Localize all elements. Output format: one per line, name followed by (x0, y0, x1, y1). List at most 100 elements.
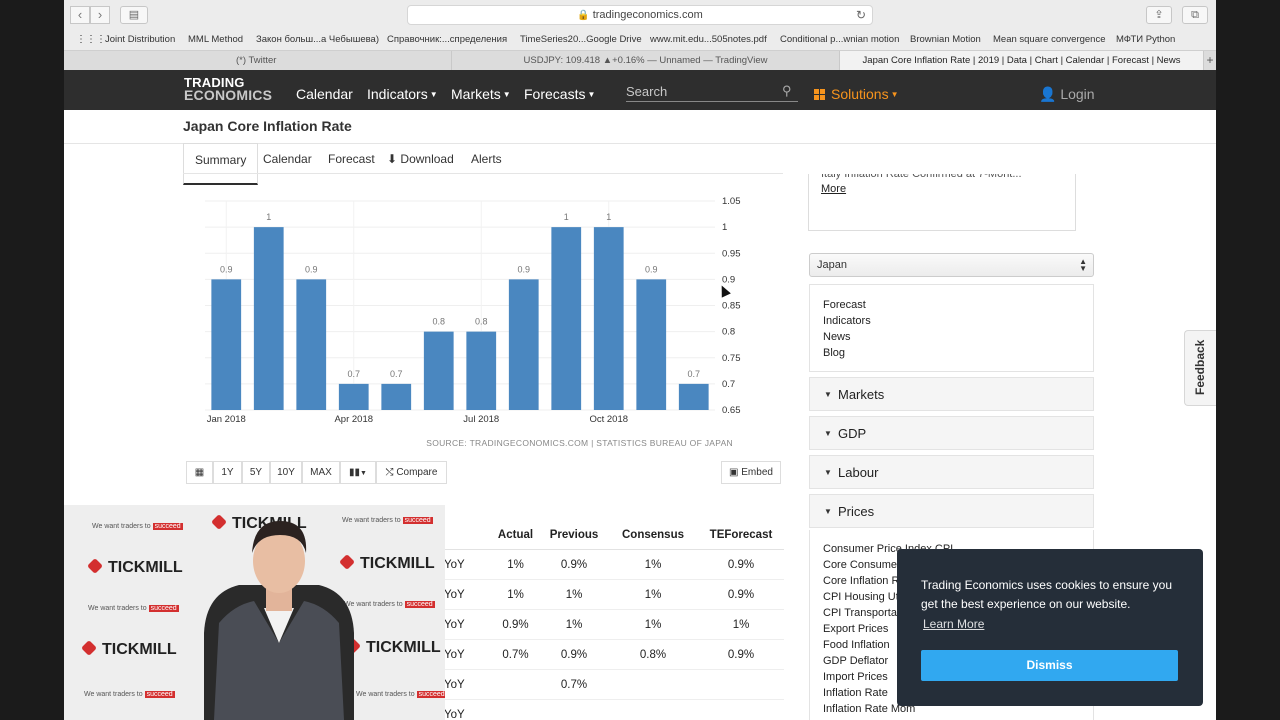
quicklink-forecast[interactable]: Forecast (823, 299, 866, 311)
nav-calendar[interactable]: Calendar (296, 86, 353, 102)
site-logo[interactable]: TRADING ECONOMICS (184, 76, 272, 102)
bookmark-item[interactable]: Справочник:...спределения (387, 34, 507, 45)
nav-forecasts[interactable]: Forecasts ▼ (524, 86, 595, 102)
y-tick-label: 0.95 (722, 248, 741, 259)
prices-item[interactable]: Export Prices (823, 623, 888, 635)
webcam-overlay: We want traders to succeed We want trader… (64, 505, 445, 720)
bookmark-item[interactable]: Brownian Motion (910, 34, 981, 45)
bar (338, 383, 369, 410)
prices-item[interactable]: GDP Deflator (823, 655, 888, 667)
search-input[interactable] (626, 82, 798, 102)
slogan-highlight: succeed (152, 523, 183, 530)
tickmill-logo: TICKMILL (87, 558, 183, 577)
section-markets[interactable]: ▼ Markets (809, 377, 1094, 411)
y-tick-label: 0.85 (722, 301, 741, 312)
range-1y-button[interactable]: 1Y (213, 461, 242, 484)
tab-twitter[interactable]: (*) Twitter (64, 51, 452, 71)
slogan-highlight: succeed (402, 517, 433, 524)
data-label: 1 (564, 212, 569, 222)
section-labour[interactable]: ▼ Labour (809, 455, 1094, 489)
slogan-highlight: succeed (148, 605, 179, 612)
bar (423, 331, 454, 410)
tab-tradingview[interactable]: USDJPY: 109.418 ▲+0.16% — Unnamed — Trad… (452, 51, 840, 71)
cell-previous: 1% (565, 619, 583, 631)
prices-item[interactable]: Food Inflation (823, 639, 890, 651)
grid-icon[interactable]: ⋮⋮⋮ (76, 34, 106, 45)
back-icon[interactable]: ‹ (70, 6, 90, 24)
bookmark-item[interactable]: MML Method (188, 34, 243, 45)
range-5y-button[interactable]: 5Y (242, 461, 270, 484)
dismiss-button[interactable]: Dismiss (921, 650, 1178, 681)
tabs-overview-icon[interactable]: ⧉ (1182, 6, 1208, 24)
data-label: 0.9 (305, 264, 318, 274)
tab-summary[interactable]: Summary (183, 143, 259, 185)
caret-down-icon: ▼ (824, 507, 832, 516)
y-tick-label: 0.7 (722, 379, 735, 390)
bar (636, 279, 667, 410)
news-snippet[interactable]: Italy Inflation Rate Confirmed at 7-Mont… (821, 174, 1022, 180)
tab-alerts[interactable]: Alerts (471, 152, 502, 166)
bookmark-item[interactable]: www.mit.edu...505notes.pdf (650, 34, 767, 45)
learn-more-link[interactable]: Learn More (923, 617, 984, 631)
y-tick-label: 1.05 (722, 196, 741, 207)
country-select[interactable]: Japan ▲ ▼ (809, 253, 1094, 277)
prices-item[interactable]: Import Prices (823, 671, 888, 683)
login-link[interactable]: 👤 Login (1039, 86, 1095, 103)
nav-label: Indicators (367, 86, 428, 102)
bookmark-item[interactable]: Conditional p...wnian motion (780, 34, 899, 45)
page-title: Japan Core Inflation Rate (183, 118, 352, 134)
forward-icon[interactable]: › (90, 6, 110, 24)
section-prices[interactable]: ▼ Prices (809, 494, 1094, 528)
quicklink-blog[interactable]: Blog (823, 347, 845, 359)
compare-button[interactable]: ⤭ Compare (376, 461, 447, 484)
calendar-icon[interactable]: ▦ (186, 461, 213, 484)
cell-previous: 1% (565, 589, 583, 601)
cell-consensus: 1% (644, 589, 662, 601)
bookmark-item[interactable]: Закон больш...а Чебышева) (256, 34, 379, 45)
table-row: YoY 1% 0.9% 1% 0.9% (444, 550, 784, 580)
cell-consensus: 1% (644, 619, 662, 631)
range-10y-button[interactable]: 10Y (270, 461, 302, 484)
chart-type-button[interactable]: ▮▮▼ (340, 461, 376, 484)
quicklink-news[interactable]: News (823, 331, 851, 343)
backdrop-slogan: We want traders to succeed (356, 691, 445, 698)
news-more-link[interactable]: More (821, 183, 846, 195)
divider (183, 173, 783, 174)
tab-forecast[interactable]: Forecast (328, 152, 375, 166)
tickmill-logo: TICKMILL (81, 640, 177, 659)
new-tab-icon[interactable]: + (1204, 51, 1216, 71)
data-label: 0.7 (347, 369, 360, 379)
bookmark-item[interactable]: TimeSeries20...Google Drive (520, 34, 642, 45)
section-label: GDP (838, 426, 867, 441)
bookmark-item[interactable]: Joint Distribution (105, 34, 175, 45)
feedback-tab[interactable]: Feedback (1184, 330, 1216, 406)
range-max-button[interactable]: MAX (302, 461, 340, 484)
bar (466, 331, 497, 410)
share-icon[interactable]: ⇪ (1146, 6, 1172, 24)
slogan-highlight: succeed (416, 691, 445, 698)
search-icon[interactable]: ⚲ (782, 83, 792, 99)
data-label: 0.7 (390, 369, 403, 379)
embed-button[interactable]: ▣ Embed (721, 461, 781, 484)
solutions-menu[interactable]: Solutions ▼ (814, 86, 899, 102)
reload-icon[interactable]: ↻ (856, 6, 866, 25)
bar (593, 227, 624, 410)
sidebar-toggle-icon[interactable]: ▤ (120, 6, 148, 24)
nav-markets[interactable]: Markets ▼ (451, 86, 511, 102)
nav-indicators[interactable]: Indicators ▼ (367, 86, 438, 102)
table-header: Actual Previous Consensus TEForecast (444, 520, 784, 550)
quicklink-indicators[interactable]: Indicators (823, 315, 871, 327)
cell-teforecast: 1% (732, 619, 750, 631)
cell-actual: 0.9% (502, 619, 529, 631)
prices-item[interactable]: Inflation Rate (823, 687, 888, 699)
tab-calendar[interactable]: Calendar (263, 152, 312, 166)
tab-download[interactable]: ⬇ Download (387, 152, 454, 166)
url-text: tradingeconomics.com (592, 9, 703, 21)
section-gdp[interactable]: ▼ GDP (809, 416, 1094, 450)
cell-actual: 0.7% (502, 649, 529, 661)
tab-tradingeconomics[interactable]: Japan Core Inflation Rate | 2019 | Data … (840, 51, 1204, 71)
tab-strip: (*) Twitter USDJPY: 109.418 ▲+0.16% — Un… (64, 50, 1216, 71)
address-bar[interactable]: 🔒 tradingeconomics.com ↻ (407, 5, 873, 25)
bookmark-item[interactable]: МФТИ Python (1116, 34, 1175, 45)
bookmark-item[interactable]: Mean square convergence (993, 34, 1106, 45)
